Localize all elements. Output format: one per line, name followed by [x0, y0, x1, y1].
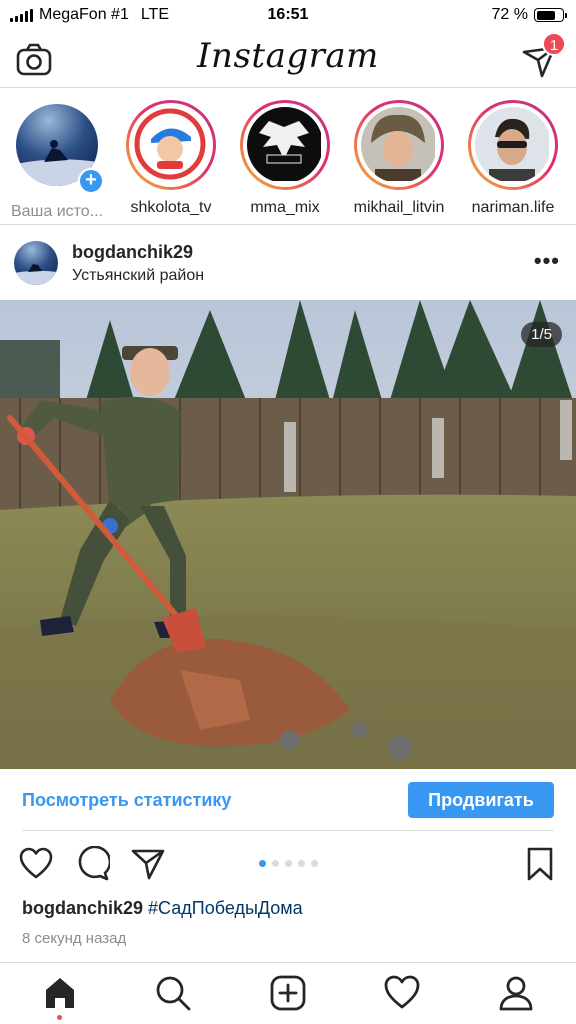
notification-badge: 1: [542, 32, 566, 56]
avatar: [361, 107, 437, 183]
story-label: shkolota_tv: [130, 199, 212, 216]
caption-username[interactable]: bogdanchik29: [22, 898, 143, 918]
story-label: mma_mix: [250, 199, 320, 216]
search-icon[interactable]: [153, 973, 193, 1013]
post-timestamp: 8 секунд назад: [22, 930, 127, 947]
carousel-dot: [310, 860, 318, 867]
carousel-dot: [297, 860, 305, 867]
post-username[interactable]: bogdanchik29: [72, 242, 193, 263]
app-header: Instagram 1: [0, 30, 576, 88]
bookmark-icon[interactable]: [522, 846, 558, 882]
avatar: [475, 107, 551, 183]
home-icon[interactable]: [40, 973, 80, 1013]
caption-hashtag[interactable]: #СадПобедыДома: [148, 898, 303, 918]
more-options-icon[interactable]: •••: [534, 248, 560, 274]
post-actions: [0, 832, 576, 894]
stories-tray: + Ваша исто... shkolota_tv mma_mix mikha…: [0, 89, 576, 225]
story-mikhail-litvin[interactable]: mikhail_litvin: [344, 100, 454, 217]
insights-row: Посмотреть статистику Продвигать: [0, 769, 576, 831]
promote-button[interactable]: Продвигать: [408, 782, 554, 818]
profile-icon[interactable]: [496, 973, 536, 1013]
post-location[interactable]: Устьянский район: [72, 267, 204, 285]
new-post-icon[interactable]: [268, 973, 308, 1013]
carousel-counter: 1/5: [521, 322, 562, 347]
instagram-logo: Instagram: [197, 36, 379, 76]
post-header: bogdanchik29 Устьянский район •••: [0, 226, 576, 300]
story-mma-mix[interactable]: mma_mix: [230, 100, 340, 217]
story-shkolota-tv[interactable]: shkolota_tv: [116, 100, 226, 217]
battery-percent: 72 %: [491, 6, 528, 23]
activity-heart-icon[interactable]: [382, 973, 422, 1013]
story-label: mikhail_litvin: [353, 199, 445, 216]
add-story-icon[interactable]: +: [78, 168, 104, 194]
story-label: nariman.life: [471, 199, 555, 216]
carousel-dot: [271, 860, 279, 867]
bottom-tab-bar: [0, 962, 576, 1024]
carousel-dot: [284, 860, 292, 867]
story-own[interactable]: + Ваша исто...: [2, 100, 112, 221]
divider: [22, 830, 554, 831]
post-photo[interactable]: 1/5: [0, 300, 576, 769]
battery-icon: [534, 8, 567, 22]
status-bar: MegaFon #1 LTE 16:51 72 %: [0, 0, 576, 30]
story-label: Ваша исто...: [10, 203, 104, 220]
avatar: [247, 107, 323, 183]
avatar: [133, 107, 209, 183]
active-tab-indicator: [57, 1015, 62, 1020]
carousel-dot: [258, 860, 266, 867]
clock: 16:51: [267, 6, 309, 23]
view-insights-link[interactable]: Посмотреть статистику: [22, 790, 231, 811]
carousel-dots: [0, 860, 576, 867]
story-nariman-life[interactable]: nariman.life: [458, 100, 568, 217]
post-caption: bogdanchik29 #СадПобедыДома: [22, 898, 303, 919]
post-avatar[interactable]: [14, 241, 58, 285]
